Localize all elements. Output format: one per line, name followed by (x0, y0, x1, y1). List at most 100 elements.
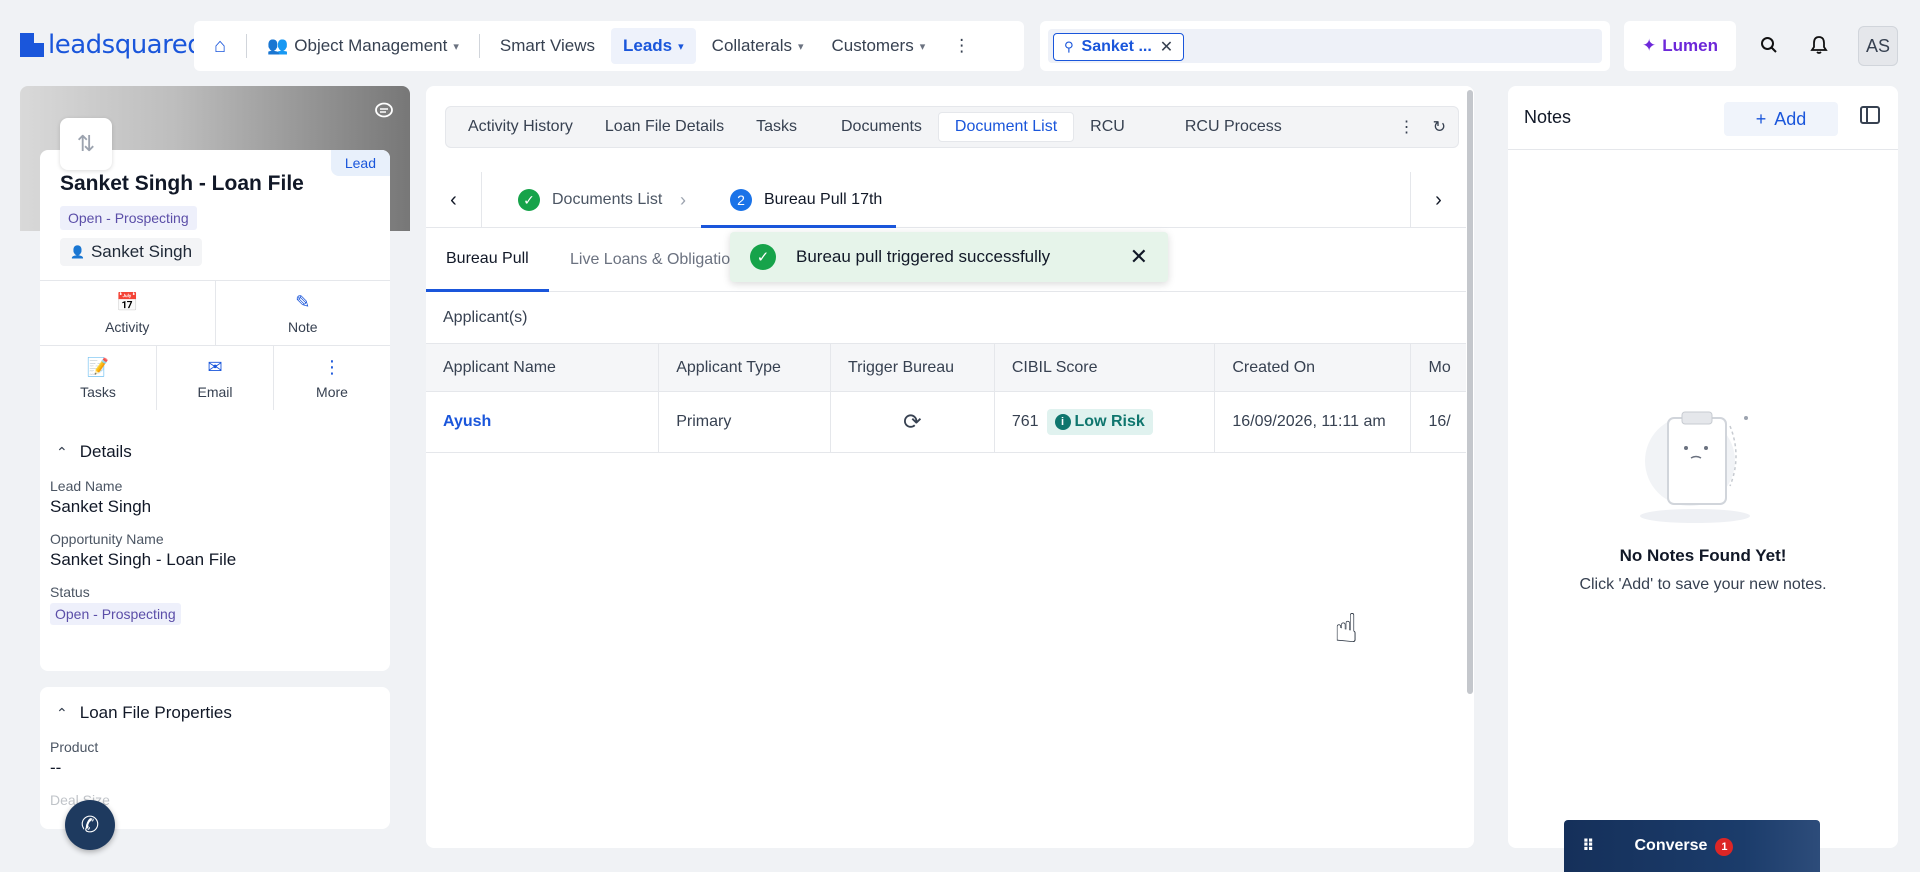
quick-actions: 📅 Activity ✎ Note 📝 Tasks ✉ Email ⋮ More (40, 280, 390, 410)
more-label: More (316, 383, 348, 400)
mail-icon: ✉ (207, 356, 223, 377)
activity-button[interactable]: 📅 Activity (40, 281, 215, 345)
search-icon[interactable] (1754, 30, 1784, 60)
tab-documents[interactable]: Documents (825, 112, 938, 142)
nav-customers-label: Customers (831, 36, 914, 55)
nav-more-button[interactable]: ⋮ (941, 28, 982, 64)
chevron-right-icon[interactable]: › (1410, 172, 1466, 228)
chevron-down-icon: ▾ (797, 40, 804, 53)
drag-handle-icon[interactable]: ⠿ (1582, 836, 1595, 856)
chevron-left-icon[interactable]: ‹ (426, 172, 482, 228)
empty-notes-illustration (1640, 411, 1750, 523)
applicant-type-cell: Primary (659, 392, 831, 452)
column-header: Created On (1215, 344, 1412, 391)
loan-properties-heading: Loan File Properties (79, 703, 232, 722)
details-header[interactable]: ⌃ Details (40, 426, 390, 478)
open-tabs-strip: ⚲ Sanket ... ✕ (1048, 29, 1602, 63)
field-opportunity-name: Opportunity Name Sanket Singh - Loan Fil… (40, 531, 390, 570)
more-button[interactable]: ⋮ More (273, 346, 390, 410)
close-icon[interactable]: ✕ (1160, 37, 1173, 57)
user-icon: 👤 (70, 245, 85, 259)
subtab-live-loans[interactable]: Live Loans & Obligations (570, 228, 740, 292)
subtab-bureau-pull[interactable]: Bureau Pull (426, 228, 549, 292)
nav-smart-views[interactable]: Smart Views (488, 28, 607, 64)
collapse-panel-icon[interactable] (1860, 106, 1880, 124)
nav-divider (478, 34, 480, 58)
notes-header: Notes (1508, 86, 1898, 150)
applicant-name-link[interactable]: Ayush (443, 413, 491, 431)
converse-widget[interactable]: ⠿ Converse 1 (1564, 820, 1820, 872)
notes-title: Notes (1524, 107, 1572, 127)
loan-properties-header[interactable]: ⌃ Loan File Properties (40, 687, 390, 739)
email-button[interactable]: ✉ Email (156, 346, 273, 410)
tab-rcu[interactable]: RCU (1074, 112, 1169, 142)
tab-activity-history[interactable]: Activity History (452, 112, 589, 142)
main-content: Activity History Loan File Details Tasks… (426, 86, 1474, 848)
logo-text: leadsquared (48, 30, 204, 60)
open-tab-sanket[interactable]: ⚲ Sanket ... ✕ (1053, 33, 1185, 61)
tab-rcu-process[interactable]: RCU Process (1169, 112, 1298, 142)
column-header: CIBIL Score (995, 344, 1216, 391)
created-on-cell: 16/09/2026, 11:11 am (1215, 392, 1412, 452)
step-bureau-pull[interactable]: 2 Bureau Pull 17th (730, 172, 882, 228)
tab-document-list[interactable]: Document List (937, 112, 1075, 142)
lumen-label: Lumen (1662, 36, 1718, 55)
column-header: Applicant Type (659, 344, 831, 391)
bell-icon[interactable] (1804, 30, 1834, 60)
field-value: Sanket Singh - Loan File (50, 550, 237, 569)
cibil-score-cell: 761 i Low Risk (995, 392, 1216, 452)
nav-collaterals[interactable]: Collaterals ▾ (700, 28, 816, 64)
close-icon[interactable]: ✕ (1130, 244, 1148, 270)
chevron-down-icon: ▾ (919, 40, 926, 53)
converse-label-wrap: Converse 1 (1635, 837, 1734, 856)
applicants-table: Applicant Name Applicant Type Trigger Bu… (426, 344, 1466, 453)
lumen-button[interactable]: ✦ Lumen (1624, 21, 1736, 71)
converse-label: Converse (1634, 836, 1708, 854)
field-product: Product -- (40, 739, 390, 778)
tab-loan-file-details[interactable]: Loan File Details (589, 112, 740, 142)
risk-badge: i Low Risk (1046, 409, 1153, 435)
applicants-heading: Applicant(s) (426, 292, 1466, 344)
nav-leads[interactable]: Leads ▾ (611, 28, 696, 64)
chevron-right-icon: › (680, 190, 686, 210)
risk-label: Low Risk (1074, 413, 1145, 430)
nav-customers[interactable]: Customers ▾ (820, 28, 938, 64)
column-header: Mo (1428, 358, 1451, 376)
tasks-label: Tasks (80, 383, 116, 400)
avatar[interactable]: AS (1858, 26, 1898, 66)
field-value: -- (50, 758, 62, 777)
refresh-icon[interactable]: ↻ (1433, 117, 1446, 137)
sparkle-icon: ✦ (1642, 36, 1657, 55)
field-value: Sanket Singh (50, 497, 152, 516)
calendar-plus-icon: 📅 (116, 291, 139, 312)
tasks-button[interactable]: 📝 Tasks (40, 346, 156, 410)
add-note-button[interactable]: + Add (1724, 102, 1838, 136)
home-button[interactable]: ⌂ (202, 28, 238, 64)
record-title: Sanket Singh - Loan File (60, 172, 304, 195)
app-logo[interactable]: leadsquared (20, 30, 204, 60)
task-icon: 📝 (86, 356, 110, 377)
nav-object-management-label: Object Management (294, 36, 448, 55)
chevron-up-icon: ⌃ (56, 704, 68, 721)
empty-state-subtitle: Click 'Add' to save your new notes. (1579, 576, 1827, 593)
owner-name: Sanket Singh (90, 242, 193, 261)
tab-tasks[interactable]: Tasks (740, 112, 825, 142)
nav-collaterals-label: Collaterals (711, 36, 792, 55)
object-icon: ⚲ (1064, 39, 1074, 54)
chat-icon[interactable] (374, 102, 394, 125)
kebab-icon[interactable]: ⋮ (1399, 117, 1415, 137)
nav-object-management[interactable]: 👥 Object Management ▾ (255, 28, 471, 64)
nav-leads-label: Leads (623, 36, 673, 55)
vertical-scrollbar[interactable] (1466, 86, 1474, 848)
phone-call-button[interactable]: ✆ (65, 800, 115, 850)
activity-label: Activity (105, 318, 150, 335)
owner-chip[interactable]: 👤 Sanket Singh (60, 238, 203, 266)
field-status: Status Open - Prospecting (40, 584, 390, 625)
step-documents-list[interactable]: ✓ Documents List (518, 172, 662, 228)
field-lead-name: Lead Name Sanket Singh (40, 478, 390, 517)
refresh-icon[interactable]: ⟳ (903, 409, 921, 435)
note-button[interactable]: ✎ Note (214, 281, 391, 345)
scrollbar-thumb[interactable] (1467, 90, 1473, 694)
step-number: 2 (730, 189, 752, 211)
chevron-up-icon: ⌃ (56, 443, 68, 460)
